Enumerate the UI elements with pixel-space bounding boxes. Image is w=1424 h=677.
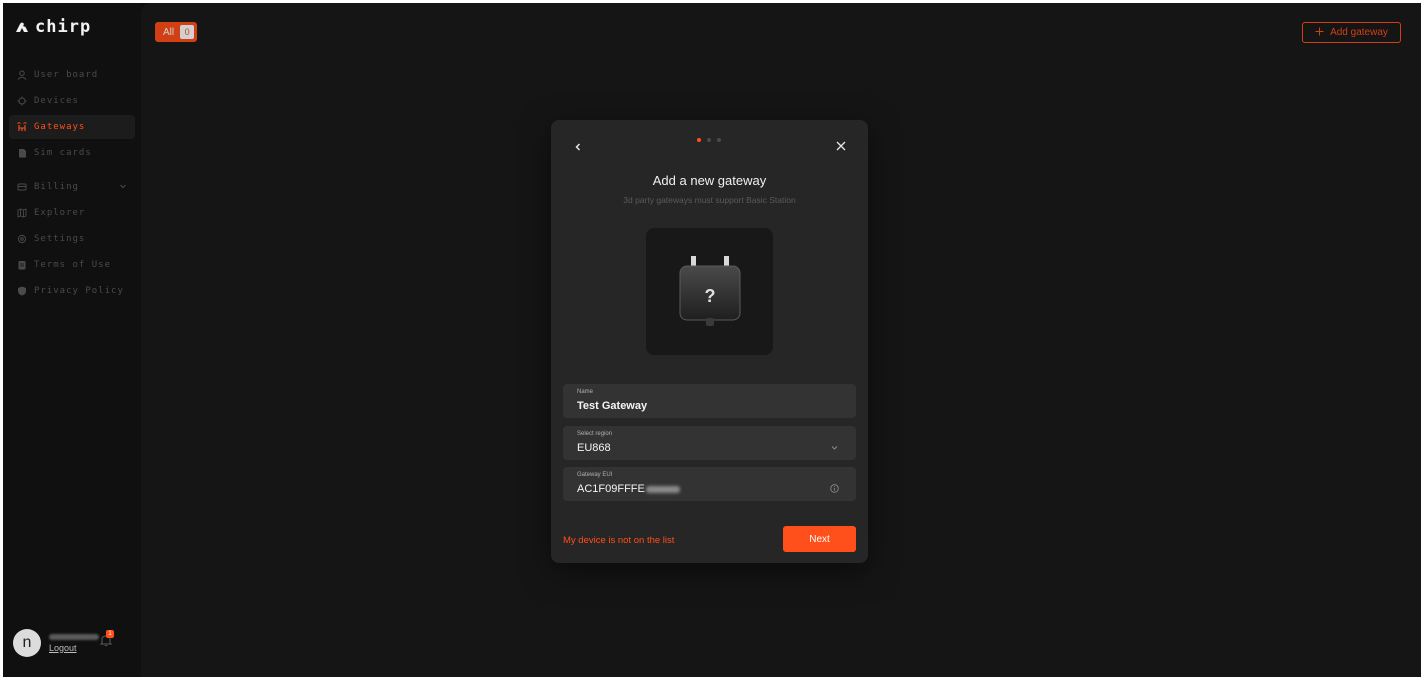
eui-redacted	[645, 485, 680, 493]
gateway-icon	[16, 122, 27, 133]
sidebar-item-label: User board	[34, 70, 99, 80]
sidebar-item-explorer[interactable]: Explorer	[9, 201, 135, 225]
document-icon	[16, 260, 27, 271]
step-indicator	[697, 138, 721, 142]
gateway-eui-value: AC1F09FFFE	[577, 483, 645, 495]
chirp-logo-icon	[15, 21, 29, 33]
sidebar-item-settings[interactable]: Settings	[9, 227, 135, 251]
billing-icon	[16, 182, 27, 193]
name-field-value: Test Gateway	[577, 400, 648, 412]
back-icon[interactable]	[571, 140, 585, 154]
logout-link[interactable]: Logout	[49, 643, 99, 653]
sidebar-item-label: Explorer	[34, 208, 86, 218]
avatar[interactable]: n	[13, 629, 41, 657]
sidebar-item-terms-of-use[interactable]: Terms of Use	[9, 253, 135, 277]
sidebar-nav: User board Devices Gateways Sim cards Bi…	[9, 63, 135, 305]
region-select-label: Select region	[577, 431, 613, 437]
sidebar: chirp User board Devices Gateways Sim ca…	[3, 3, 141, 677]
sidebar-item-label: Billing	[34, 182, 79, 192]
sidebar-item-label: Settings	[34, 234, 86, 244]
sidebar-item-label: Privacy Policy	[34, 286, 124, 296]
add-gateway-modal: Add a new gateway 3d party gateways must…	[551, 120, 868, 563]
region-select[interactable]: Select region EU868	[563, 426, 856, 460]
modal-title: Add a new gateway	[652, 173, 767, 188]
region-select-value: EU868	[577, 442, 611, 454]
gateway-image: ?	[646, 228, 773, 355]
sidebar-item-user-board[interactable]: User board	[9, 63, 135, 87]
unknown-gateway-device-icon: ?	[679, 256, 741, 326]
sidebar-item-label: Sim cards	[34, 148, 92, 158]
shield-icon	[16, 286, 27, 297]
gateway-eui-label: Gateway EUI	[577, 472, 613, 478]
svg-text:?: ?	[705, 286, 716, 306]
user-icon	[16, 70, 27, 81]
notification-badge: 1	[106, 630, 114, 638]
sidebar-item-sim-cards[interactable]: Sim cards	[9, 141, 135, 165]
device-not-on-list-link[interactable]: My device is not on the list	[563, 535, 674, 546]
next-button[interactable]: Next	[783, 526, 856, 552]
gateway-eui-field[interactable]: Gateway EUI AC1F09FFFE	[563, 467, 856, 501]
map-icon	[16, 208, 27, 219]
sim-card-icon	[16, 148, 27, 159]
step-dot-active	[697, 138, 701, 142]
step-dot	[717, 138, 721, 142]
name-field-label: Name	[577, 389, 594, 395]
sidebar-item-label: Terms of Use	[34, 260, 112, 270]
user-email-redacted	[49, 633, 99, 640]
sidebar-item-label: Gateways	[34, 122, 86, 132]
device-icon	[16, 96, 27, 107]
sidebar-item-devices[interactable]: Devices	[9, 89, 135, 113]
logo[interactable]: chirp	[15, 17, 91, 37]
info-icon[interactable]	[830, 480, 839, 493]
chevron-down-icon	[830, 439, 839, 450]
sidebar-item-privacy-policy[interactable]: Privacy Policy	[9, 279, 135, 303]
sidebar-item-gateways[interactable]: Gateways	[9, 115, 135, 139]
step-dot	[707, 138, 711, 142]
user-profile: n Logout	[13, 629, 99, 657]
name-field[interactable]: Name Test Gateway	[563, 384, 856, 418]
modal-subtitle: 3d party gateways must support Basic Sta…	[623, 195, 796, 205]
app-window: chirp User board Devices Gateways Sim ca…	[3, 3, 1421, 677]
main-content: All 0 Add gateway Add a new gateway 3d p…	[141, 3, 1421, 677]
sidebar-item-label: Devices	[34, 96, 79, 106]
sidebar-item-billing[interactable]: Billing	[9, 175, 135, 199]
close-icon[interactable]	[834, 139, 848, 153]
chevron-down-icon	[119, 182, 127, 193]
logo-text: chirp	[35, 17, 92, 37]
gear-icon	[16, 234, 27, 245]
